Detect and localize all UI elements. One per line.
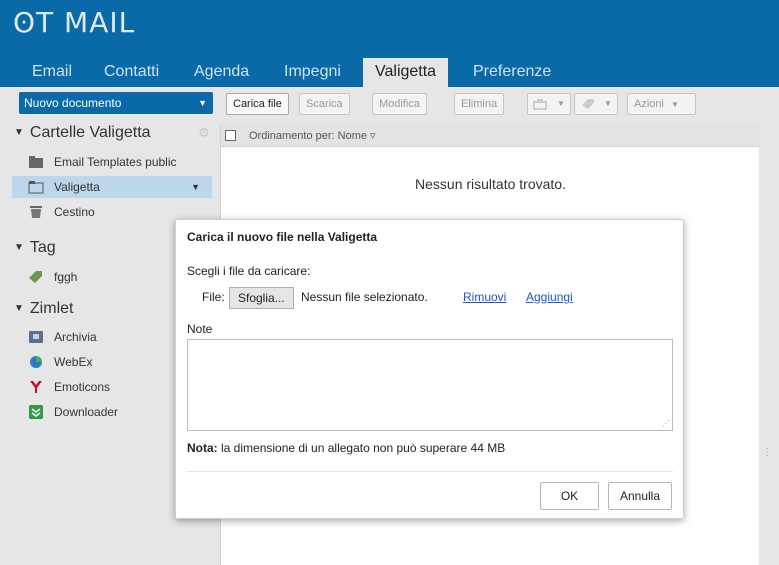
delete-button[interactable]: Elimina <box>454 93 505 115</box>
actions-label: Azioni <box>634 98 664 110</box>
sort-control[interactable]: Ordinamento per: Nome ▿ <box>249 129 376 142</box>
chevron-down-icon: ▼ <box>671 100 679 109</box>
tag-icon <box>582 99 594 109</box>
add-link[interactable]: Aggiungi <box>526 290 573 304</box>
main-tabs: Email Contatti Agenda Impegni Valigetta … <box>0 58 779 87</box>
app-logo: ʘT MAIL <box>13 6 136 39</box>
tab-valigetta[interactable]: Valigetta <box>363 58 449 87</box>
sidebar-item-label: Downloader <box>54 405 119 419</box>
tab-preferenze[interactable]: Preferenze <box>461 58 563 87</box>
chevron-down-icon: ▼ <box>604 99 612 108</box>
ok-button[interactable]: OK <box>540 482 599 510</box>
share-icon <box>533 99 547 110</box>
archive-icon <box>29 331 43 343</box>
select-all-checkbox[interactable] <box>225 130 236 141</box>
edit-button[interactable]: Modifica <box>372 93 427 115</box>
empty-message: Nessun risultato trovato. <box>415 176 566 192</box>
no-file-selected-text: Nessun file selezionato. <box>301 290 428 304</box>
dialog-divider <box>187 471 673 472</box>
note-label: Note <box>187 322 213 336</box>
tag-menu-button[interactable]: ▼ <box>574 93 618 115</box>
new-document-label: Nuovo documento <box>24 96 122 110</box>
dialog-title: Carica il nuovo file nella Valigetta <box>187 230 378 244</box>
collapse-triangle-icon[interactable]: ▼ <box>14 127 24 138</box>
note-textarea[interactable] <box>187 339 673 431</box>
tab-agenda[interactable]: Agenda <box>182 58 261 87</box>
sidebar-item-label: WebEx <box>54 355 93 369</box>
tag-header[interactable]: ▼ Tag <box>14 239 56 257</box>
sidebar-item-label: Email Templates public <box>54 155 177 169</box>
actions-button[interactable]: Azioni ▼ <box>627 93 696 115</box>
sidebar-item-label: Cestino <box>54 205 95 219</box>
tag-title: Tag <box>29 239 56 256</box>
collapse-triangle-icon[interactable]: ▼ <box>14 303 24 314</box>
emoticons-icon <box>30 381 42 393</box>
pane-resizer[interactable]: ⋮ <box>759 124 779 565</box>
sidebar-item-label: Valigetta <box>54 180 100 194</box>
sidebar-item-email-templates[interactable]: Email Templates public <box>0 151 214 173</box>
webex-icon <box>30 356 42 368</box>
resize-grip-icon: ⋮ <box>762 447 772 458</box>
choose-files-label: Scegli i file da caricare: <box>187 264 311 278</box>
zimlet-title: Zimlet <box>29 300 74 317</box>
remove-link[interactable]: Rimuovi <box>463 290 506 304</box>
folder-icon <box>28 181 44 194</box>
notice-bold-label: Nota: <box>187 441 218 455</box>
briefcase-folders-header[interactable]: ▼ Cartelle Valigetta <box>14 124 151 142</box>
chevron-down-icon[interactable]: ▼ <box>191 176 200 198</box>
trash-icon <box>30 206 42 218</box>
new-document-button[interactable]: Nuovo documento ▼ <box>19 92 213 114</box>
sidebar-item-label: Archivia <box>54 330 97 344</box>
downloader-icon <box>29 405 43 419</box>
sidebar-item-valigetta[interactable]: Valigetta ▼ <box>12 176 212 198</box>
zimlet-header[interactable]: ▼ Zimlet <box>14 300 73 318</box>
chevron-down-icon: ▼ <box>557 99 565 108</box>
resize-grip-icon[interactable]: ⋰ <box>662 419 670 428</box>
gear-icon[interactable]: ⚙ <box>198 125 210 141</box>
upload-dialog: Carica il nuovo file nella Valigetta Sce… <box>175 219 684 519</box>
sidebar-item-label: fggh <box>54 270 78 284</box>
sidebar-item-label: Emoticons <box>54 380 111 394</box>
notice-text: la dimensione di un allegato non può sup… <box>217 441 506 455</box>
tag-icon <box>29 271 42 283</box>
list-header: Ordinamento per: Nome ▿ <box>221 124 760 147</box>
chevron-down-icon[interactable]: ▼ <box>198 92 207 114</box>
size-limit-notice: Nota: la dimensione di un allegato non p… <box>187 441 505 455</box>
folder-icon <box>29 156 43 168</box>
download-button[interactable]: Scarica <box>299 93 350 115</box>
tab-impegni[interactable]: Impegni <box>272 58 353 87</box>
tab-contatti[interactable]: Contatti <box>92 58 171 87</box>
app-header: ʘT MAIL Email Contatti Agenda Impegni Va… <box>0 0 779 87</box>
share-menu-button[interactable]: ▼ <box>527 93 571 115</box>
briefcase-folders-title: Cartelle Valigetta <box>29 124 151 141</box>
upload-button[interactable]: Carica file <box>226 93 289 115</box>
collapse-triangle-icon[interactable]: ▼ <box>14 242 24 253</box>
browse-button[interactable]: Sfoglia... <box>229 287 294 309</box>
tab-email[interactable]: Email <box>20 58 84 87</box>
file-label: File: <box>202 290 225 304</box>
cancel-button[interactable]: Annulla <box>608 482 672 510</box>
toolbar: Nuovo documento ▼ Carica file Scarica Mo… <box>0 87 779 119</box>
